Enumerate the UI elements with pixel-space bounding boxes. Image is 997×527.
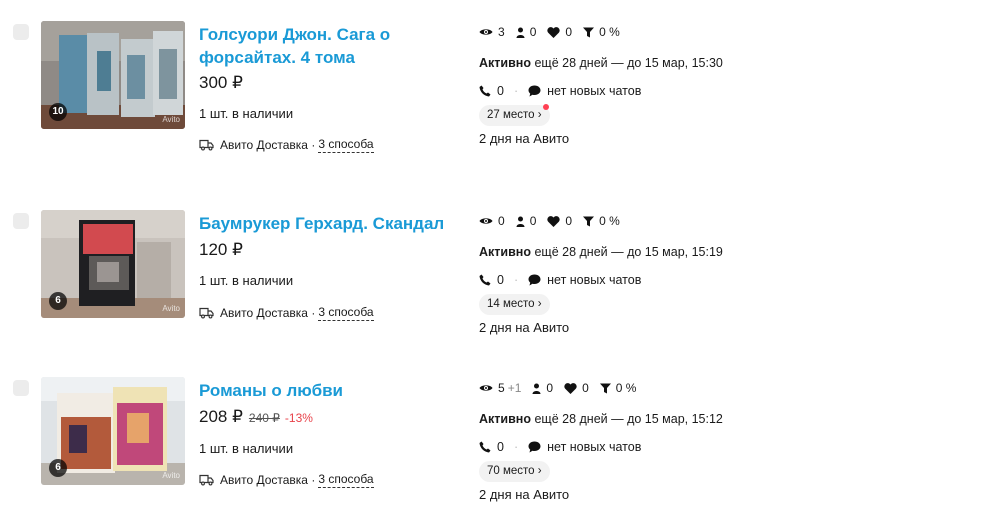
price: 120 ₽	[199, 240, 243, 259]
funnel-icon	[583, 27, 595, 37]
avito-watermark: Avito	[162, 115, 180, 124]
calls-count: 0	[497, 84, 504, 98]
chats-status[interactable]: нет новых чатов	[547, 272, 641, 288]
views-stat: 3	[479, 25, 505, 39]
calls-count: 0	[497, 273, 504, 287]
chat-icon	[528, 274, 541, 286]
delivery-ways-link[interactable]: 3 способа	[318, 471, 374, 488]
search-position-badge[interactable]: 70 место ›	[479, 461, 550, 482]
chats-status[interactable]: нет новых чатов	[547, 439, 641, 455]
select-checkbox[interactable]	[13, 213, 29, 229]
delivery-ways-link[interactable]: 3 способа	[318, 136, 374, 153]
avito-watermark: Avito	[162, 471, 180, 480]
truck-icon	[199, 139, 214, 151]
listing-thumbnail[interactable]: 6 Avito	[41, 210, 185, 318]
favorites-stat: 0	[547, 25, 572, 39]
search-position-badge[interactable]: 14 место ›	[479, 294, 550, 315]
delivery-label: Авито Доставка ·	[220, 472, 316, 487]
contacts-stat: 0	[532, 381, 553, 395]
conversion-stat: 0 %	[599, 381, 636, 395]
chats-status[interactable]: нет новых чатов	[547, 83, 641, 99]
select-checkbox[interactable]	[13, 380, 29, 396]
new-indicator-dot	[542, 104, 549, 110]
delivery-ways-link[interactable]: 3 способа	[318, 304, 374, 321]
eye-icon	[479, 218, 493, 224]
funnel-icon	[599, 383, 611, 393]
views-increment: +1	[507, 381, 522, 395]
stock-status: 1 шт. в наличии	[199, 106, 294, 121]
chat-icon	[528, 85, 541, 97]
truck-icon	[199, 307, 214, 319]
price: 208 ₽240 ₽ -13%	[199, 407, 313, 426]
views-stat: 5 +1	[479, 381, 521, 395]
stats-bar: 5 +1 0 0 0 %	[479, 381, 647, 395]
photo-count-badge: 6	[49, 292, 67, 310]
stats-bar: 3 0 0 0 %	[479, 25, 631, 39]
listing-title[interactable]: Баумрукер Герхард. Скандал	[199, 212, 459, 235]
discount-badge: -13%	[284, 411, 313, 425]
select-checkbox[interactable]	[13, 24, 29, 40]
status-line: Активно ещё 28 дней — до 15 мар, 15:12	[479, 412, 723, 426]
listing-row: 6 Avito Баумрукер Герхард. Скандал 120 ₽…	[0, 210, 997, 335]
eye-icon	[479, 29, 493, 35]
heart-icon	[564, 382, 577, 394]
delivery-label: Авито Доставка ·	[220, 137, 316, 152]
photo-count-badge: 6	[49, 459, 67, 477]
calls-chats-line: 0 · нет новых чатов	[479, 272, 641, 288]
person-icon	[532, 383, 541, 394]
chat-icon	[528, 441, 541, 453]
days-on-avito: 2 дня на Авито	[479, 487, 570, 502]
stats-bar: 0 0 0 0 %	[479, 214, 631, 228]
delivery-info: Авито Доставка · 3 способа	[199, 136, 374, 153]
favorites-stat: 0	[564, 381, 589, 395]
contacts-stat: 0	[516, 214, 536, 228]
phone-icon	[479, 85, 491, 97]
calls-chats-line: 0 · нет новых чатов	[479, 83, 641, 99]
heart-icon	[547, 26, 561, 38]
phone-icon	[479, 274, 491, 286]
views-stat: 0	[479, 214, 505, 228]
delivery-label: Авито Доставка ·	[220, 305, 316, 320]
conversion-stat: 0 %	[583, 214, 620, 228]
status-line: Активно ещё 28 дней — до 15 мар, 15:19	[479, 245, 723, 259]
truck-icon	[199, 474, 214, 486]
conversion-stat: 0 %	[583, 25, 620, 39]
person-icon	[516, 216, 525, 227]
stock-status: 1 шт. в наличии	[199, 441, 294, 456]
days-on-avito: 2 дня на Авито	[479, 320, 570, 335]
listing-title[interactable]: Романы о любви	[199, 379, 429, 402]
heart-icon	[547, 215, 561, 227]
favorites-stat: 0	[547, 214, 572, 228]
delivery-info: Авито Доставка · 3 способа	[199, 471, 374, 488]
photo-count-badge: 10	[49, 103, 67, 121]
person-icon	[516, 27, 525, 38]
delivery-info: Авито Доставка · 3 способа	[199, 304, 374, 321]
avito-watermark: Avito	[162, 304, 180, 313]
calls-count: 0	[497, 440, 504, 454]
listing-thumbnail[interactable]: 10 Avito	[41, 21, 185, 129]
old-price: 240 ₽	[248, 411, 280, 425]
days-on-avito: 2 дня на Авито	[479, 131, 570, 146]
stock-status: 1 шт. в наличии	[199, 273, 294, 288]
status-line: Активно ещё 28 дней — до 15 мар, 15:30	[479, 56, 723, 70]
price: 300 ₽	[199, 73, 243, 92]
calls-chats-line: 0 · нет новых чатов	[479, 439, 641, 455]
eye-icon	[479, 385, 493, 391]
listing-thumbnail[interactable]: 6 Avito	[41, 377, 185, 485]
phone-icon	[479, 441, 491, 453]
contacts-stat: 0	[516, 25, 536, 39]
listing-title[interactable]: Голсуори Джон. Сага о форсайтах. 4 тома	[199, 23, 429, 69]
listing-row: 6 Avito Романы о любви 208 ₽240 ₽ -13% 1 …	[0, 377, 997, 502]
search-position-badge[interactable]: 27 место ›	[479, 104, 550, 126]
funnel-icon	[583, 216, 595, 226]
listing-row: 10 Avito Голсуори Джон. Сага о форсайтах…	[0, 21, 997, 153]
